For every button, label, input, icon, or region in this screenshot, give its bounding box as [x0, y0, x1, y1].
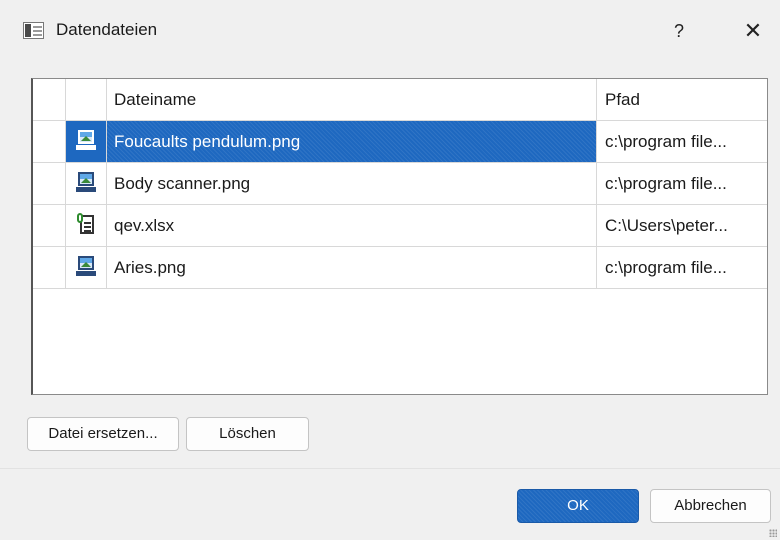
image-file-icon [76, 256, 96, 278]
help-button[interactable]: ? [664, 14, 694, 48]
spreadsheet-file-icon [77, 213, 95, 235]
ok-button[interactable]: OK [517, 489, 639, 523]
image-file-icon [76, 172, 96, 194]
header-cell-icon [66, 79, 107, 120]
table-row[interactable]: qev.xlsx C:\Users\peter... [33, 205, 767, 247]
cancel-button[interactable]: Abbrechen [650, 489, 771, 523]
row-selector[interactable] [33, 247, 66, 288]
close-button[interactable]: ✕ [736, 14, 770, 48]
data-files-table[interactable]: Dateiname Pfad Foucaults pendulum.png c:… [31, 78, 768, 395]
file-path-cell[interactable]: C:\Users\peter... [597, 205, 767, 246]
replace-file-button[interactable]: Datei ersetzen... [27, 417, 179, 451]
row-icon-cell [66, 247, 107, 288]
row-icon-cell [66, 205, 107, 246]
table-row[interactable]: Body scanner.png c:\program file... [33, 163, 767, 205]
row-icon-cell [66, 121, 107, 162]
table-row[interactable]: Foucaults pendulum.png c:\program file..… [33, 121, 767, 163]
column-header-path[interactable]: Pfad [597, 79, 767, 120]
row-icon-cell [66, 163, 107, 204]
file-name-cell[interactable]: Aries.png [107, 247, 597, 288]
row-selector[interactable] [33, 163, 66, 204]
header-cell-blank [33, 79, 66, 120]
dialog-app-icon [23, 22, 44, 39]
dialog-title: Datendateien [56, 20, 158, 39]
image-file-icon [76, 130, 96, 152]
table-header-row: Dateiname Pfad [33, 79, 767, 121]
row-selector[interactable] [33, 205, 66, 246]
file-name-cell[interactable]: Foucaults pendulum.png [107, 121, 597, 162]
delete-button[interactable]: Löschen [186, 417, 309, 451]
title-bar: Datendateien ? ✕ [0, 0, 780, 62]
file-path-cell[interactable]: c:\program file... [597, 247, 767, 288]
footer-separator [0, 468, 780, 469]
column-header-name[interactable]: Dateiname [107, 79, 597, 120]
table-row[interactable]: Aries.png c:\program file... [33, 247, 767, 289]
file-path-cell[interactable]: c:\program file... [597, 163, 767, 204]
file-name-cell[interactable]: Body scanner.png [107, 163, 597, 204]
file-path-cell[interactable]: c:\program file... [597, 121, 767, 162]
row-selector[interactable] [33, 121, 66, 162]
file-name-cell[interactable]: qev.xlsx [107, 205, 597, 246]
resize-grip[interactable] [769, 529, 777, 537]
